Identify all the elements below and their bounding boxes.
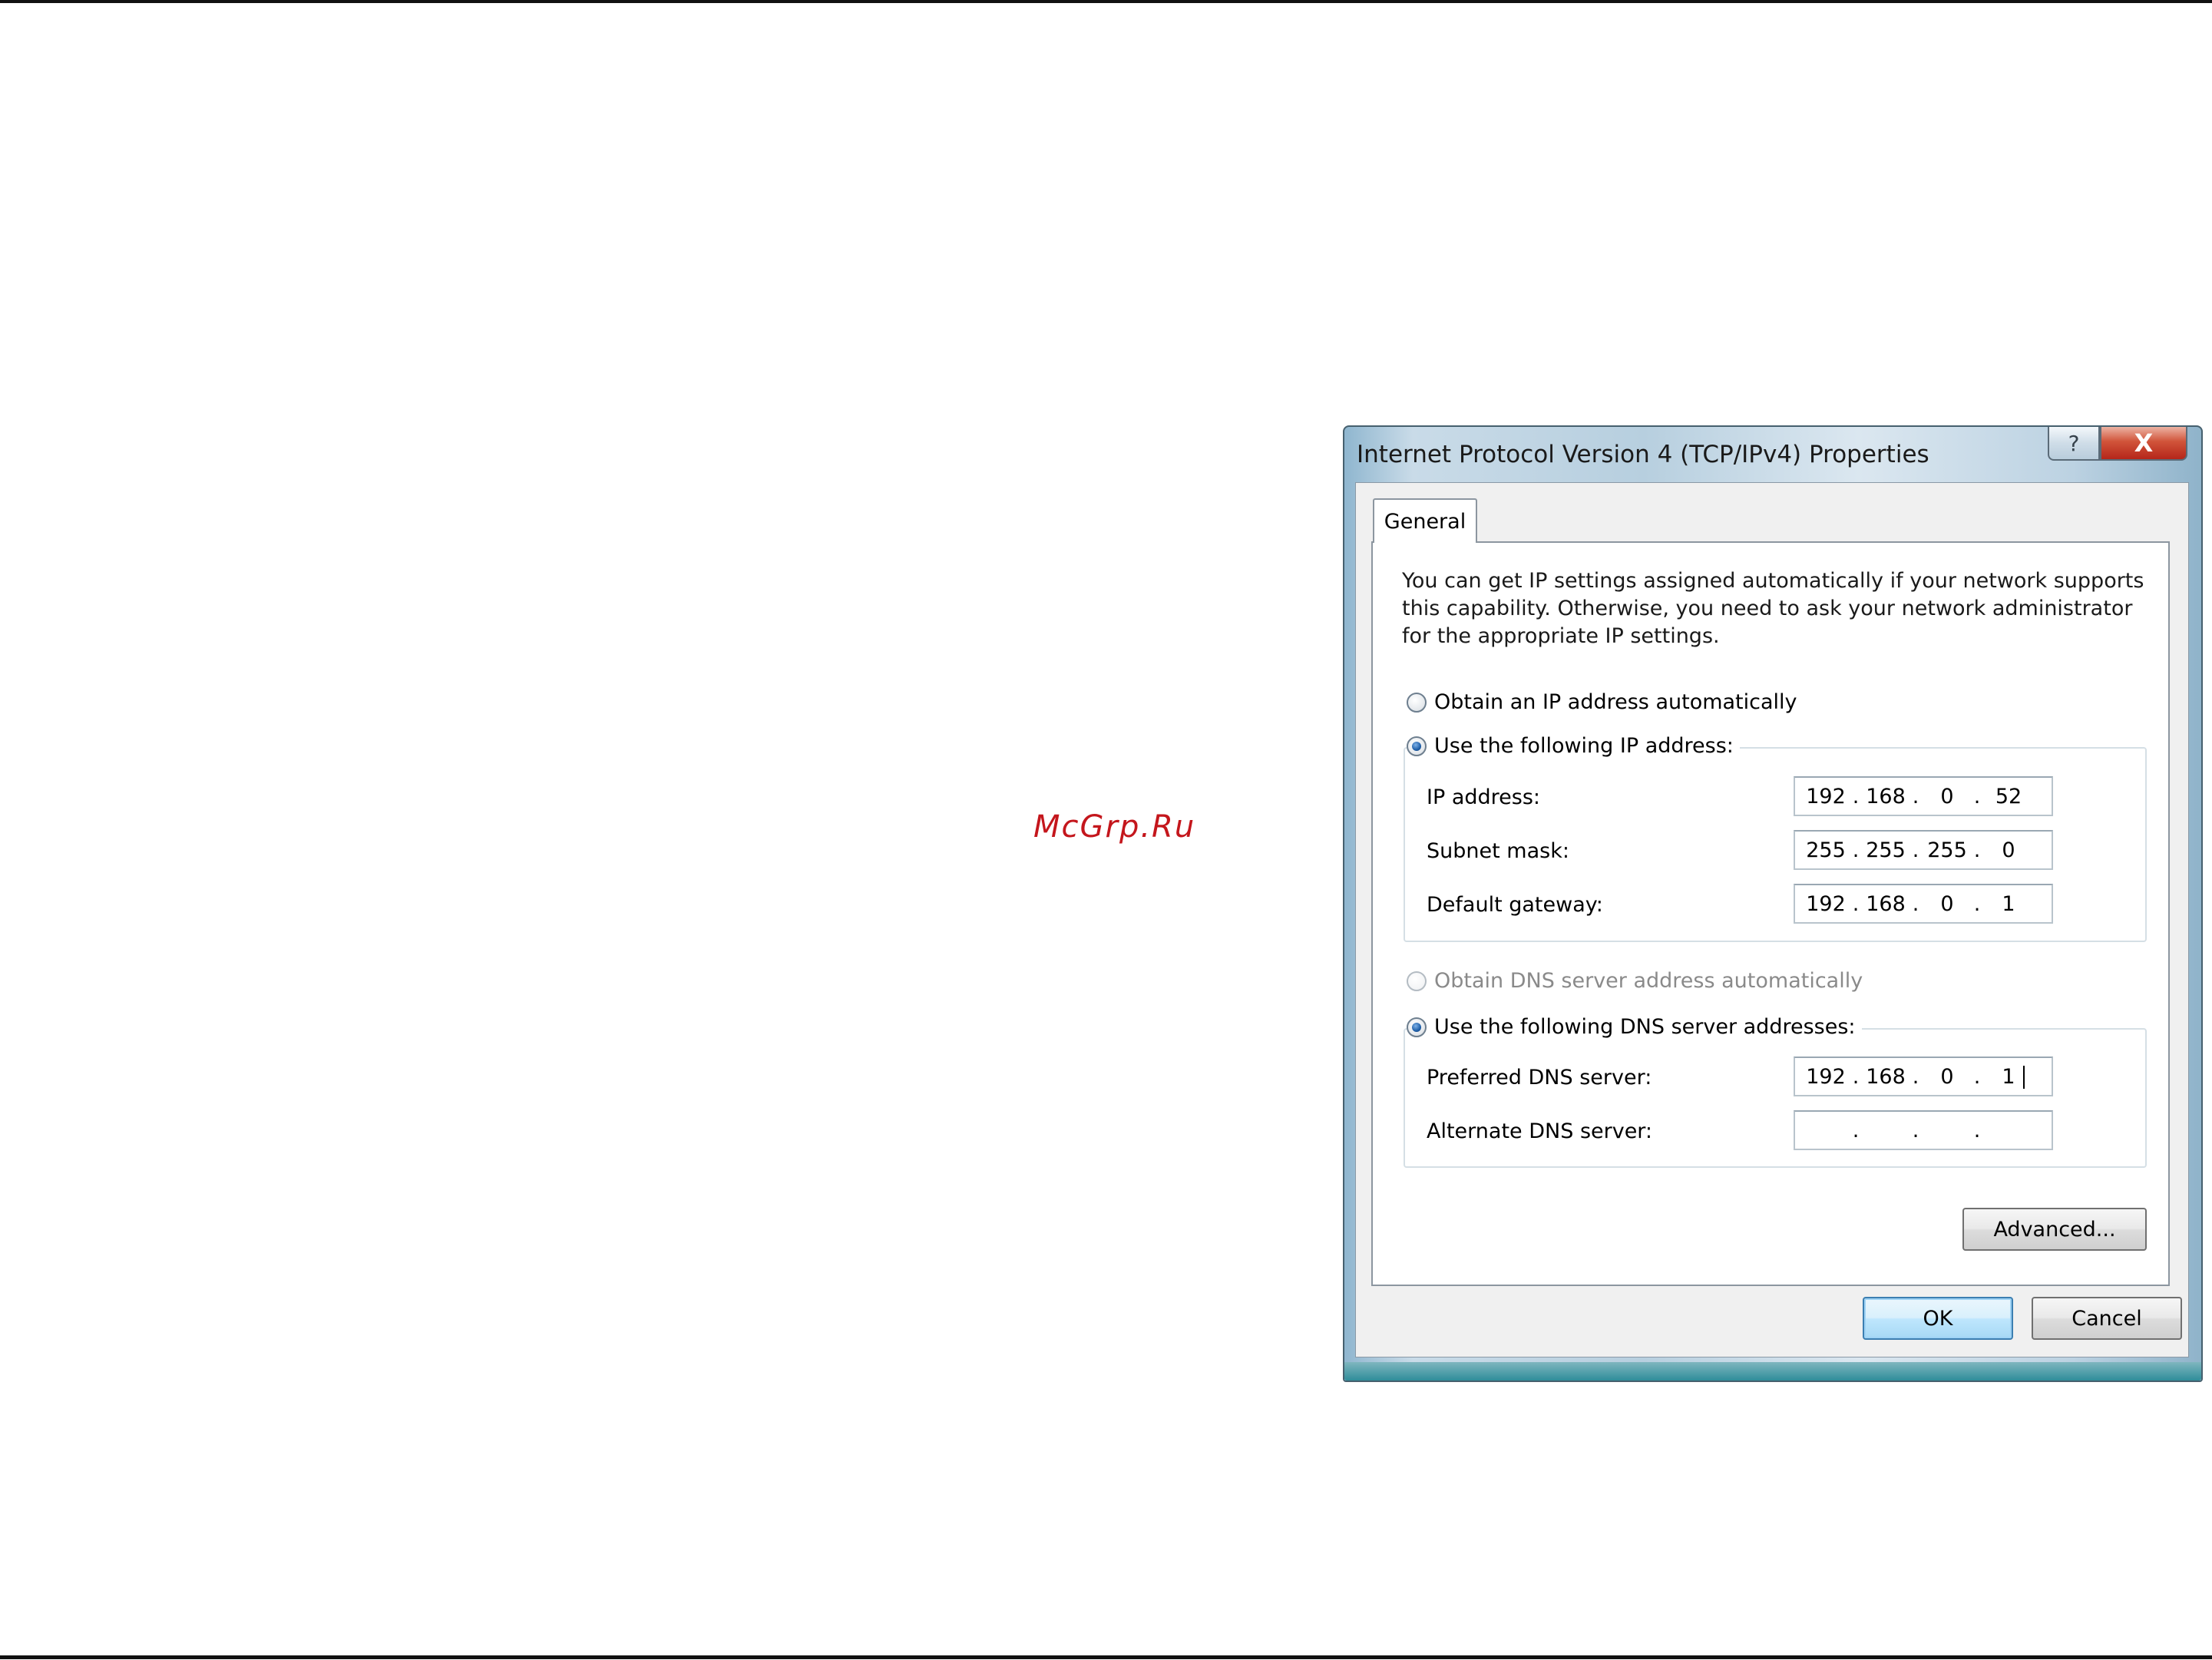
pref-dns-octet-4: 1 [2002, 1065, 2015, 1089]
subnet-mask-input[interactable]: 255 . 255 . 255 . 0 [1794, 830, 2053, 870]
tab-general[interactable]: General [1373, 498, 1477, 543]
ip-octet-separator: . [1973, 785, 1981, 809]
use-following-ip-label: Use the following IP address: [1434, 734, 1734, 758]
preferred-dns-label: Preferred DNS server: [1427, 1066, 1652, 1090]
intro-text: You can get IP settings assigned automat… [1402, 569, 2144, 648]
ip-octet-2: 168 [1866, 785, 1906, 809]
default-gateway-input[interactable]: 192 . 168 . 0 . 1 [1794, 884, 2053, 924]
alt-dns-octet-separator: . [1852, 1119, 1860, 1142]
cancel-button[interactable]: Cancel [2032, 1297, 2182, 1340]
alt-dns-octet-separator: . [1973, 1119, 1981, 1142]
ip-address-input[interactable]: 192 . 168 . 0 . 52 [1794, 776, 2053, 816]
gateway-octet-separator: . [1973, 892, 1981, 916]
use-following-dns-radio[interactable]: Use the following DNS server addresses: [1407, 1015, 1862, 1039]
radio-selected-icon [1407, 1017, 1427, 1037]
subnet-octet-2: 255 [1866, 838, 1906, 862]
subnet-octet-separator: . [1852, 838, 1860, 862]
obtain-ip-auto-label: Obtain an IP address automatically [1434, 690, 1797, 714]
alternate-dns-input[interactable]: . . . [1794, 1110, 2053, 1150]
subnet-octet-separator: . [1973, 838, 1981, 862]
gateway-octet-1: 192 [1806, 892, 1846, 916]
general-tab-panel: You can get IP settings assigned automat… [1371, 541, 2170, 1286]
obtain-dns-auto-label: Obtain DNS server address automatically [1434, 969, 1863, 993]
pref-dns-octet-3: 0 [1940, 1065, 1954, 1089]
ip-octet-1: 192 [1806, 785, 1846, 809]
pref-dns-octet-2: 168 [1866, 1065, 1906, 1089]
subnet-octet-4: 0 [2002, 838, 2015, 862]
advanced-button[interactable]: Advanced... [1962, 1208, 2147, 1251]
pref-dns-octet-separator: . [1973, 1065, 1981, 1089]
close-icon: X [2134, 428, 2154, 458]
use-following-ip-radio[interactable]: Use the following IP address: [1407, 734, 1740, 758]
gateway-octet-4: 1 [2002, 892, 2015, 916]
radio-selected-icon [1407, 736, 1427, 756]
default-gateway-label: Default gateway: [1427, 893, 1603, 917]
ip-octet-4: 52 [1995, 785, 2022, 809]
help-icon: ? [2068, 430, 2080, 456]
tab-general-label: General [1384, 509, 1466, 534]
pref-dns-octet-separator: . [1912, 1065, 1919, 1089]
subnet-mask-label: Subnet mask: [1427, 839, 1569, 863]
subnet-octet-1: 255 [1806, 838, 1846, 862]
close-button[interactable]: X [2100, 427, 2187, 461]
ip-octet-separator: . [1852, 785, 1860, 809]
text-caret [2023, 1066, 2025, 1089]
pref-dns-octet-separator: . [1852, 1065, 1860, 1089]
preferred-dns-input[interactable]: 192 . 168 . 0 . 1 [1794, 1057, 2053, 1096]
subnet-octet-separator: . [1912, 838, 1919, 862]
ip-address-label: IP address: [1427, 785, 1540, 809]
dialog-title: Internet Protocol Version 4 (TCP/IPv4) P… [1357, 441, 1929, 468]
help-button[interactable]: ? [2048, 427, 2100, 461]
pref-dns-octet-1: 192 [1806, 1065, 1846, 1089]
watermark-text: McGrp.Ru [1033, 809, 1196, 845]
gateway-octet-2: 168 [1866, 892, 1906, 916]
radio-disabled-icon [1407, 971, 1427, 991]
gateway-octet-3: 0 [1940, 892, 1954, 916]
gateway-octet-separator: . [1912, 892, 1919, 916]
ok-button[interactable]: OK [1863, 1297, 2013, 1340]
radio-circle-icon [1407, 692, 1427, 713]
top-page-rule [0, 0, 2212, 3]
ip-octet-3: 0 [1940, 785, 1954, 809]
alternate-dns-label: Alternate DNS server: [1427, 1119, 1653, 1143]
obtain-ip-auto-radio[interactable]: Obtain an IP address automatically [1407, 690, 1804, 714]
alt-dns-octet-separator: . [1912, 1119, 1919, 1142]
use-following-dns-label: Use the following DNS server addresses: [1434, 1015, 1856, 1039]
bottom-page-rule [0, 1655, 2212, 1659]
dialog-client-area: General You can get IP settings assigned… [1355, 482, 2189, 1357]
obtain-dns-auto-radio[interactable]: Obtain DNS server address automatically [1407, 969, 1870, 993]
subnet-octet-3: 255 [1927, 838, 1967, 862]
tcpip-properties-dialog: Internet Protocol Version 4 (TCP/IPv4) P… [1343, 425, 2203, 1382]
gateway-octet-separator: . [1852, 892, 1860, 916]
ip-octet-separator: . [1912, 785, 1919, 809]
